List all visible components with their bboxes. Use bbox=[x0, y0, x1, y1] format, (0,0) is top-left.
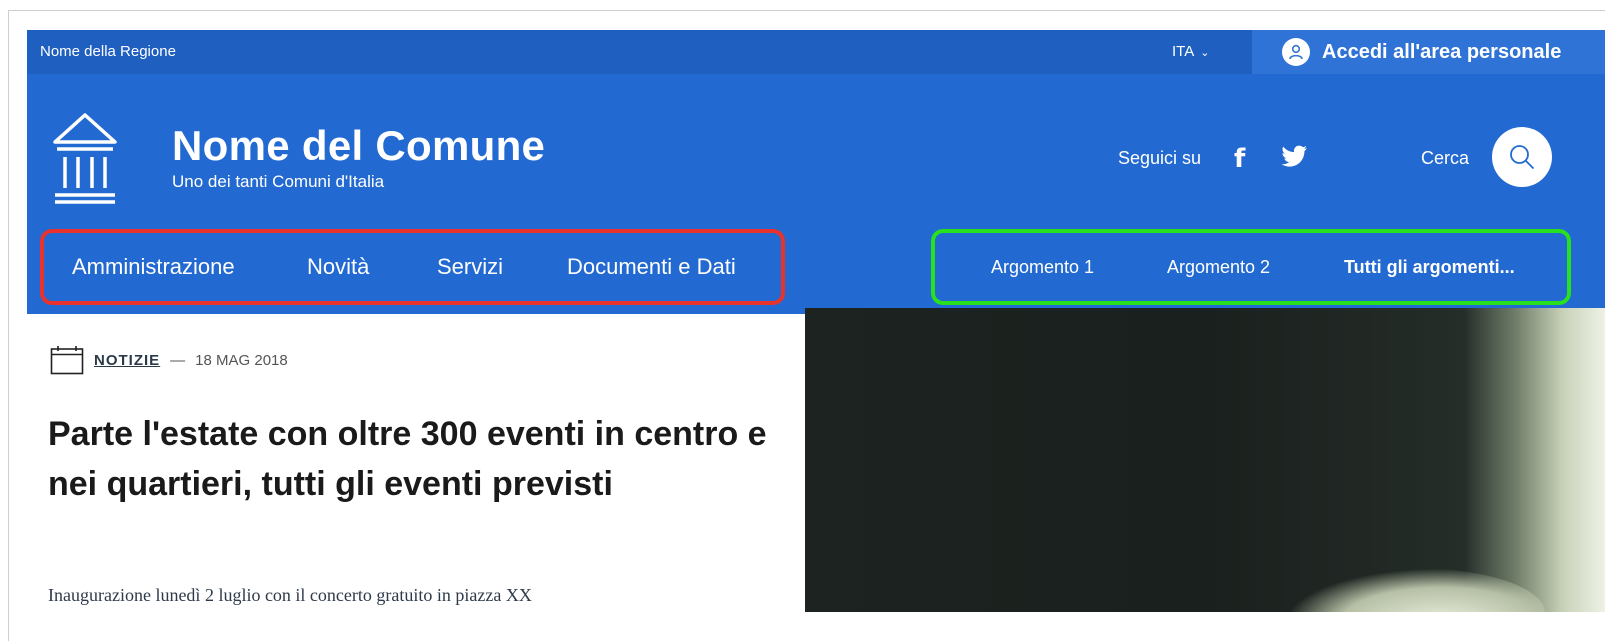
nav-topic-argomento-1[interactable]: Argomento 1 bbox=[991, 233, 1094, 301]
user-icon bbox=[1282, 38, 1310, 66]
site-tagline: Uno dei tanti Comuni d'Italia bbox=[172, 172, 385, 191]
chevron-down-icon: ⌄ bbox=[1200, 47, 1210, 59]
login-label: Accedi all'area personale bbox=[1322, 40, 1562, 63]
nav-topic-all[interactable]: Tutti gli argomenti... bbox=[1344, 233, 1515, 301]
twitter-icon[interactable] bbox=[1281, 145, 1308, 172]
main-navigation: Amministrazione Novità Servizi Documenti… bbox=[40, 229, 785, 305]
language-label: ITA bbox=[1172, 43, 1195, 60]
region-link[interactable]: Nome della Regione bbox=[40, 30, 176, 74]
social-label: Seguici su bbox=[1118, 148, 1202, 168]
search-label: Cerca bbox=[1421, 148, 1470, 168]
article-excerpt: Inaugurazione lunedì 2 luglio con il con… bbox=[48, 585, 532, 605]
nav-item-amministrazione[interactable]: Amministrazione bbox=[72, 233, 235, 301]
nav-item-documenti-e-dati[interactable]: Documenti e Dati bbox=[567, 233, 736, 301]
site-header: Nome del Comune Uno dei tanti Comuni d'I… bbox=[27, 74, 1605, 314]
topics-navigation: Argomento 1 Argomento 2 Tutti gli argome… bbox=[931, 229, 1571, 305]
nav-item-servizi[interactable]: Servizi bbox=[437, 233, 503, 301]
search-button[interactable] bbox=[1492, 127, 1552, 187]
image-window-light bbox=[1465, 308, 1605, 612]
nav-topic-argomento-2[interactable]: Argomento 2 bbox=[1167, 233, 1270, 301]
nav-item-novita[interactable]: Novità bbox=[307, 233, 369, 301]
facebook-icon[interactable]: f bbox=[1234, 144, 1245, 174]
municipal-building-icon[interactable] bbox=[52, 112, 118, 209]
meta-separator: — bbox=[170, 351, 186, 369]
article-date: 18 MAG 2018 bbox=[195, 351, 288, 369]
article-image[interactable] bbox=[805, 308, 1605, 612]
login-button[interactable]: Accedi all'area personale bbox=[1252, 30, 1605, 74]
language-selector[interactable]: ITA ⌄ bbox=[1172, 30, 1209, 74]
article-category[interactable]: NOTIZIE bbox=[94, 352, 160, 369]
article-meta: NOTIZIE — 18 MAG 2018 bbox=[50, 345, 288, 375]
article-title[interactable]: Parte l'estate con oltre 300 eventi in c… bbox=[48, 410, 788, 509]
search-icon bbox=[1510, 145, 1535, 170]
calendar-icon bbox=[50, 346, 84, 375]
region-bar: Nome della Regione ITA ⌄ Accedi all'area … bbox=[27, 30, 1605, 74]
site-name[interactable]: Nome del Comune bbox=[172, 122, 545, 170]
